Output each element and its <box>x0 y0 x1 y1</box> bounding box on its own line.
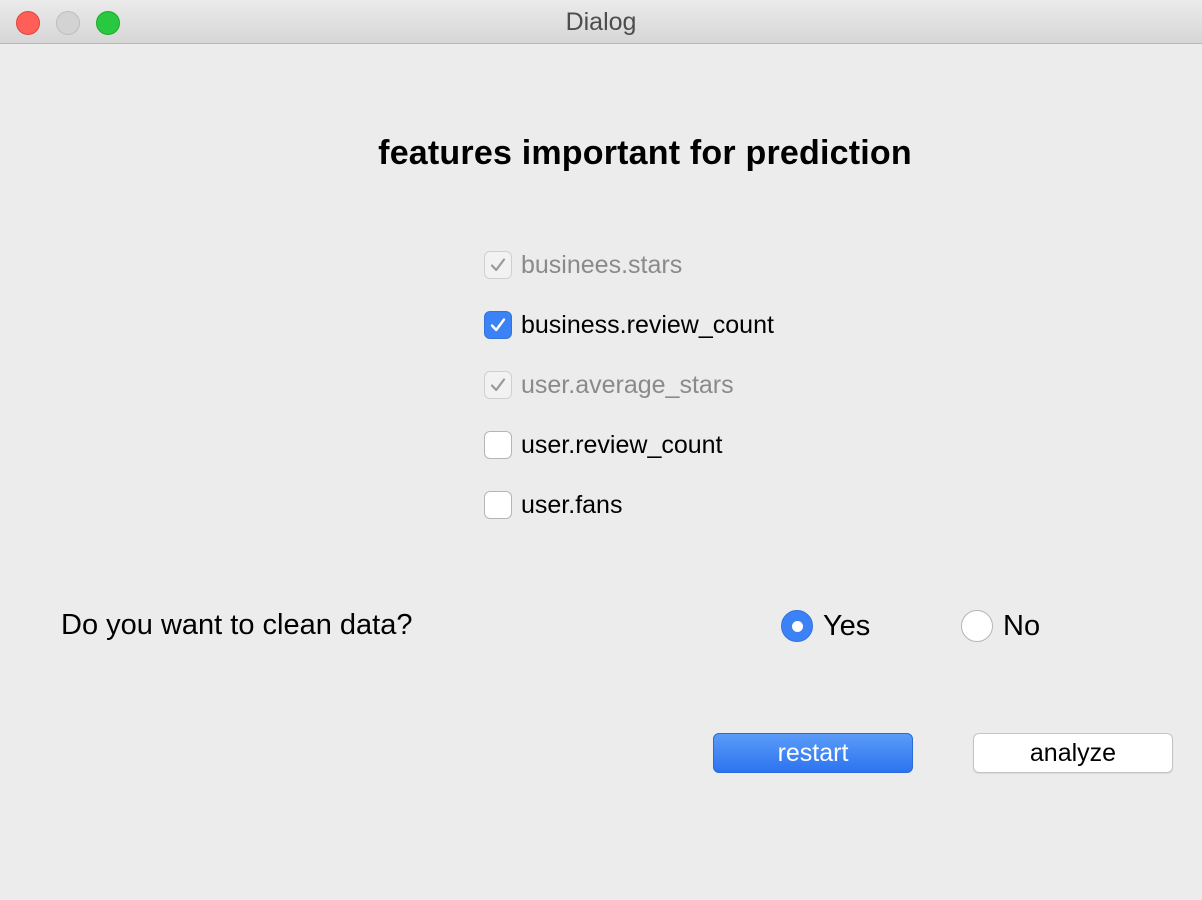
checkbox-label: user.fans <box>521 490 623 519</box>
feature-checkbox-user-review-count[interactable]: user.review_count <box>484 430 723 460</box>
checkbox-box[interactable] <box>484 311 512 339</box>
page-title: features important for prediction <box>378 134 912 172</box>
checkmark-icon <box>490 258 506 272</box>
restart-button[interactable]: restart <box>713 733 913 773</box>
window-title: Dialog <box>565 8 637 36</box>
analyze-button[interactable]: analyze <box>973 733 1173 773</box>
clean-data-question: Do you want to clean data? <box>61 609 413 641</box>
feature-checkbox-business-stars[interactable]: businees.stars <box>484 250 682 280</box>
feature-checkbox-business-review-count[interactable]: business.review_count <box>484 310 774 340</box>
radio-label-no: No <box>1003 609 1041 642</box>
checkbox-label: businees.stars <box>521 250 683 279</box>
radio-button-yes[interactable] <box>781 610 813 642</box>
checkbox-box[interactable] <box>484 251 512 279</box>
checkbox-label: business.review_count <box>521 310 774 339</box>
checkbox-box[interactable] <box>484 431 512 459</box>
radio-label-yes: Yes <box>823 609 871 642</box>
checkbox-label: user.review_count <box>521 430 723 459</box>
checkbox-label: user.average_stars <box>521 370 734 399</box>
title-bar: Dialog <box>0 0 1202 44</box>
radio-dot-icon <box>791 620 803 632</box>
checkbox-box[interactable] <box>484 371 512 399</box>
radio-no[interactable]: No <box>961 609 1040 643</box>
radio-yes[interactable]: Yes <box>781 609 870 643</box>
checkmark-icon <box>490 318 506 332</box>
radio-button-no[interactable] <box>961 610 993 642</box>
feature-checkbox-user-average-stars[interactable]: user.average_stars <box>484 370 734 400</box>
feature-checkbox-user-fans[interactable]: user.fans <box>484 490 622 520</box>
checkmark-icon <box>490 378 506 392</box>
checkbox-box[interactable] <box>484 491 512 519</box>
